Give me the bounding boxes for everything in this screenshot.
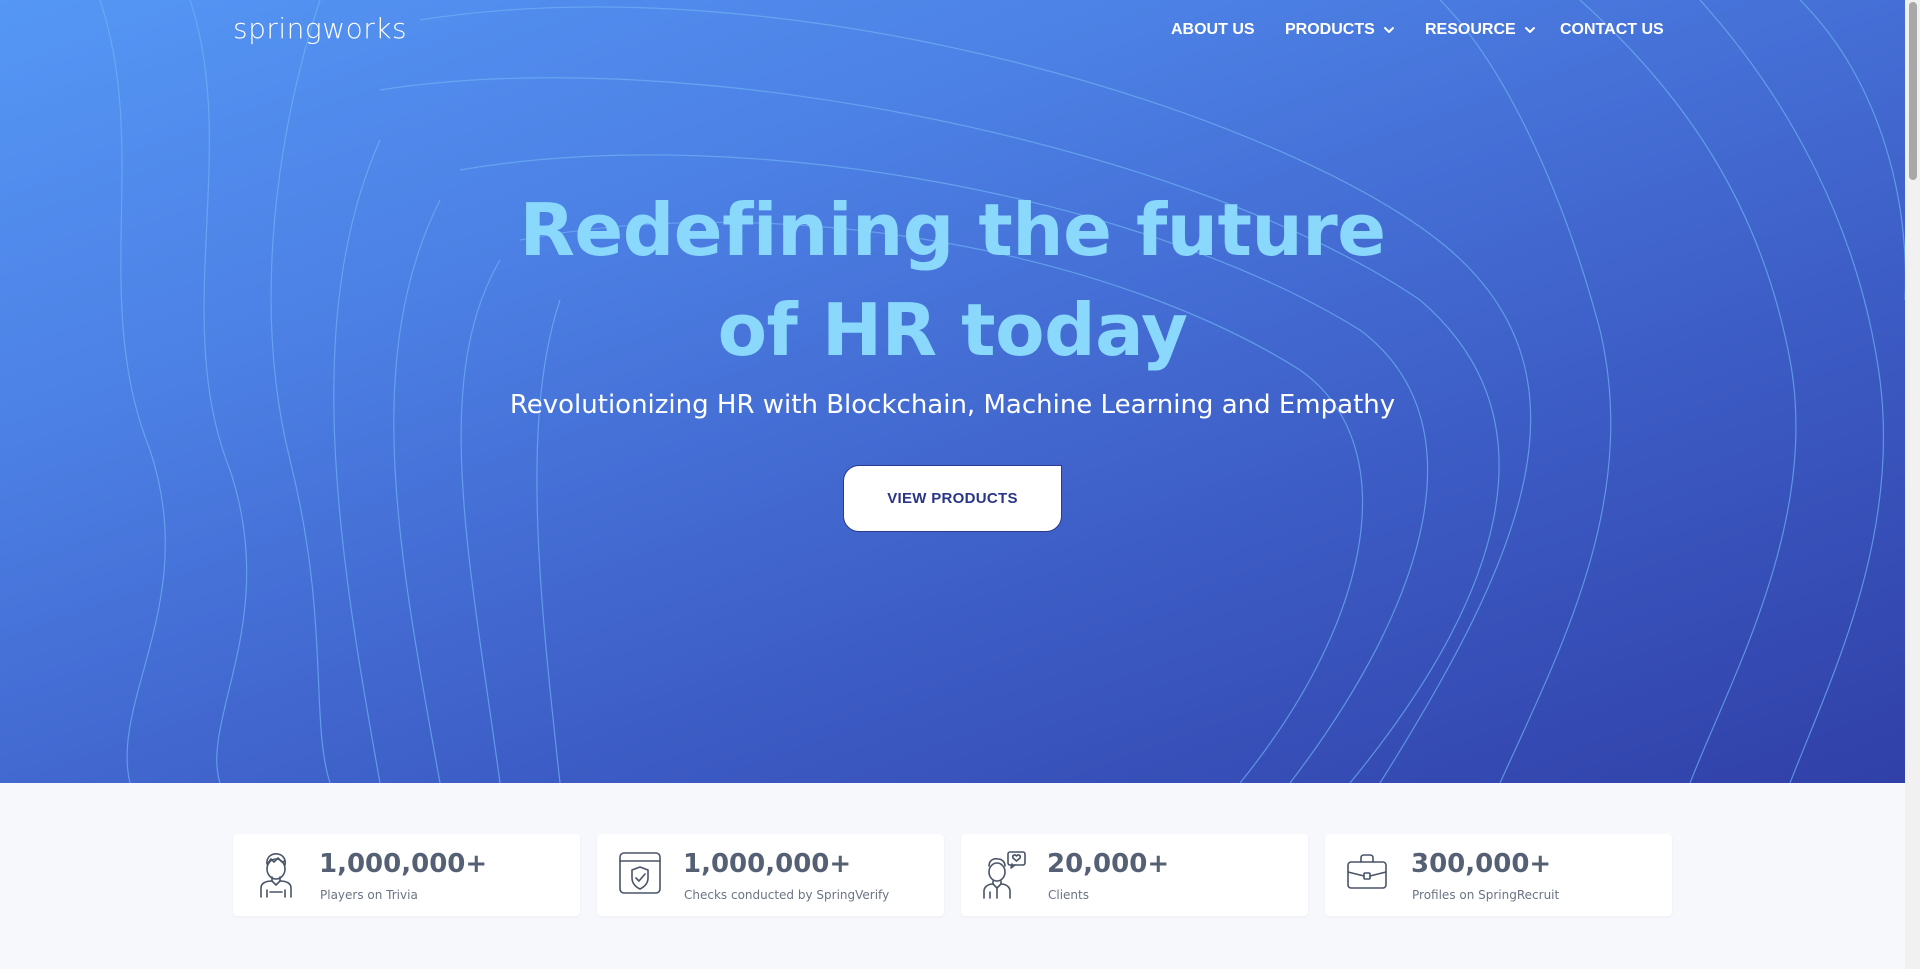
nav-about-us-text: ABOUT US <box>1171 21 1255 38</box>
nav-resource-label: RESOURCE <box>1425 21 1516 38</box>
top-navbar: springworks ABOUT US PRODUCTS RESOURCE C… <box>0 0 1905 60</box>
scrollbar-thumb[interactable] <box>1909 2 1917 180</box>
hero-headline: Redefining the future of HR today <box>0 180 1905 380</box>
stat-card-trivia: 1,000,000+ Players on Trivia <box>233 834 580 916</box>
page-scrollbar[interactable] <box>1905 0 1920 969</box>
stat-value: 300,000+ <box>1411 849 1552 879</box>
hero-section: springworks ABOUT US PRODUCTS RESOURCE C… <box>0 0 1905 783</box>
stat-value: 1,000,000+ <box>683 849 852 879</box>
stats-section: 1,000,000+ Players on Trivia 1,000,000+ … <box>0 783 1905 969</box>
chevron-down-icon <box>1524 27 1535 33</box>
chevron-down-icon <box>1383 27 1394 33</box>
client-heart-icon <box>983 851 1026 899</box>
stat-label: Profiles on SpringRecruit <box>1412 888 1560 902</box>
hero-headline-line1: Redefining the future <box>519 188 1386 272</box>
nav-contact-us[interactable]: CONTACT US <box>1560 18 1664 42</box>
stat-label: Players on Trivia <box>320 888 418 902</box>
briefcase-icon <box>1347 854 1387 889</box>
stat-card-clients: 20,000+ Clients <box>961 834 1308 916</box>
stat-label: Clients <box>1048 888 1089 902</box>
stat-label: Checks conducted by SpringVerify <box>684 888 890 902</box>
hero-subheadline: Revolutionizing HR with Blockchain, Mach… <box>509 390 1396 420</box>
nav-contact-us-label: CONTACT US <box>1560 21 1664 38</box>
nav-resource[interactable]: RESOURCE <box>1425 18 1536 42</box>
stat-value: 1,000,000+ <box>319 849 488 879</box>
springworks-logo[interactable]: springworks <box>233 12 407 45</box>
stat-value: 20,000+ <box>1047 849 1170 879</box>
person-icon <box>260 853 292 898</box>
stat-card-springrecruit: 300,000+ Profiles on SpringRecruit <box>1325 834 1672 916</box>
nav-products[interactable]: PRODUCTS <box>1285 18 1395 42</box>
view-products-button[interactable]: VIEW PRODUCTS <box>843 465 1062 532</box>
shield-check-icon <box>619 852 661 894</box>
hero-headline-line2: of HR today <box>717 288 1188 372</box>
nav-products-label: PRODUCTS <box>1285 21 1375 38</box>
stat-card-springverify: 1,000,000+ Checks conducted by SpringVer… <box>597 834 944 916</box>
nav-about-us-link[interactable]: ABOUT US <box>1171 18 1255 42</box>
